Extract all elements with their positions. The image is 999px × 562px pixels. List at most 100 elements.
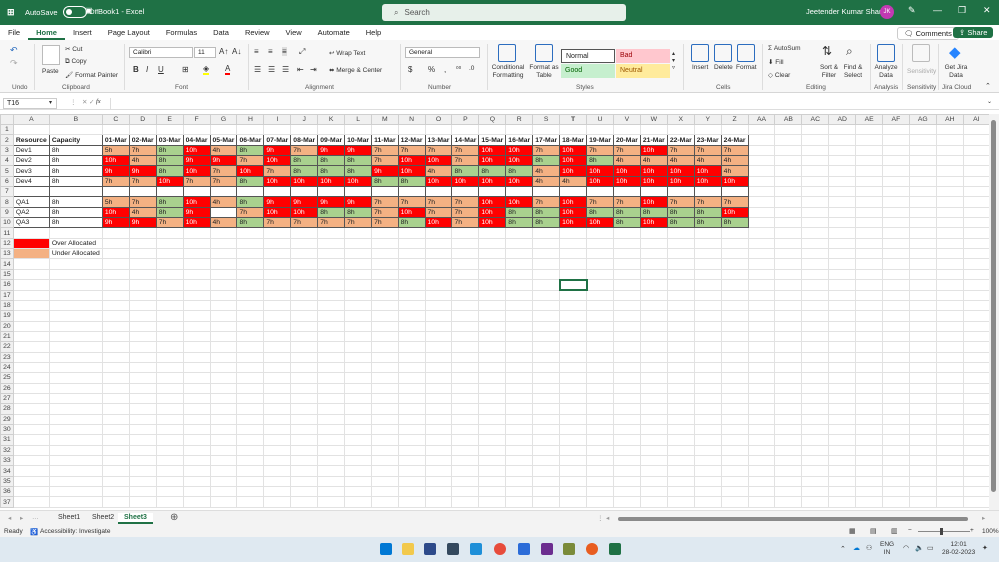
cell[interactable] [155, 320, 184, 332]
cell[interactable] [693, 413, 722, 425]
cell[interactable]: 10h [478, 175, 507, 188]
cell[interactable] [101, 227, 130, 239]
cell[interactable] [236, 268, 265, 281]
cell[interactable]: 8h [586, 155, 614, 167]
cell[interactable]: 4h [720, 155, 749, 167]
cell[interactable]: 10h [451, 175, 480, 188]
decrease-decimal-icon[interactable]: .0 [469, 65, 474, 72]
cell[interactable] [586, 248, 614, 260]
cell[interactable] [48, 413, 103, 425]
cell[interactable] [666, 237, 695, 250]
cell[interactable]: 08-Mar [290, 134, 319, 146]
cell[interactable] [801, 382, 830, 394]
cell[interactable] [612, 361, 641, 374]
cell[interactable] [182, 382, 211, 394]
cell[interactable] [801, 268, 830, 281]
cell[interactable] [828, 123, 857, 136]
cell[interactable]: 10h [720, 175, 749, 188]
cell[interactable] [48, 496, 103, 508]
cell[interactable] [801, 486, 830, 498]
cell[interactable] [505, 403, 534, 415]
cell[interactable] [666, 486, 695, 498]
insert-cells-button[interactable]: Insert [692, 64, 708, 71]
cell[interactable]: 10h [720, 206, 749, 219]
cell[interactable] [774, 310, 803, 322]
cell[interactable]: 8h [317, 155, 346, 167]
cell[interactable] [128, 454, 157, 467]
cell[interactable] [908, 248, 937, 260]
cell[interactable] [639, 403, 668, 415]
cell[interactable] [720, 496, 749, 508]
cell[interactable] [586, 444, 614, 457]
cell[interactable]: 10h [505, 144, 534, 157]
cell[interactable] [317, 475, 346, 488]
cell[interactable] [128, 465, 157, 477]
cell[interactable] [182, 423, 211, 436]
cell[interactable] [128, 299, 157, 312]
cell[interactable] [720, 320, 749, 332]
copy-button[interactable]: ⧉ Copy [65, 58, 87, 66]
row-header[interactable]: 9 [0, 206, 14, 219]
cell[interactable] [48, 403, 103, 415]
percent-button[interactable]: % [428, 65, 435, 74]
column-header[interactable]: AC [801, 114, 830, 125]
cell[interactable] [639, 434, 668, 446]
cell[interactable] [774, 423, 803, 436]
cell[interactable] [505, 423, 534, 436]
cell[interactable] [209, 320, 238, 332]
cell[interactable]: 10h [182, 196, 211, 208]
tab-page-layout[interactable]: Page Layout [100, 25, 158, 40]
file-explorer-icon[interactable] [402, 543, 414, 555]
cell[interactable] [855, 258, 884, 270]
notification-icon[interactable]: ✦ [982, 544, 988, 552]
row-header[interactable]: 5 [0, 165, 14, 177]
cell[interactable] [505, 372, 534, 384]
cell[interactable]: 10h [478, 206, 507, 219]
column-header[interactable]: J [290, 114, 319, 125]
cell[interactable] [801, 341, 830, 353]
cell[interactable] [317, 289, 346, 301]
cell[interactable]: 10h [101, 206, 130, 219]
cell[interactable]: 10h [639, 165, 668, 177]
cell[interactable]: 7h [451, 144, 480, 157]
cell[interactable] [451, 361, 480, 374]
cell[interactable] [290, 299, 319, 312]
cell[interactable] [935, 454, 964, 467]
cell[interactable] [263, 248, 292, 260]
cell[interactable] [155, 361, 184, 374]
cell[interactable] [209, 289, 238, 301]
cell[interactable] [182, 248, 211, 260]
cell[interactable] [801, 123, 830, 136]
cell[interactable]: 4h [209, 196, 238, 208]
cell[interactable] [935, 217, 964, 229]
cell[interactable] [882, 330, 910, 343]
cell[interactable] [962, 217, 990, 229]
cell[interactable] [612, 465, 641, 477]
row-header[interactable]: 24 [0, 361, 14, 374]
cell[interactable] [263, 289, 292, 301]
cell[interactable] [12, 372, 50, 384]
cell[interactable] [128, 279, 157, 291]
cell[interactable] [882, 123, 910, 136]
cell[interactable]: 7h [451, 196, 480, 208]
tab-split-icon[interactable]: ⋮ [597, 514, 604, 522]
cell[interactable] [935, 392, 964, 405]
cell[interactable] [263, 237, 292, 250]
cell[interactable] [263, 351, 292, 363]
cell[interactable]: 7h [532, 196, 561, 208]
cell[interactable]: Dev4 [12, 175, 50, 188]
cell[interactable] [424, 320, 453, 332]
cell[interactable]: 9h [209, 155, 238, 167]
cell[interactable] [693, 486, 722, 498]
cell[interactable] [532, 444, 561, 457]
cell[interactable] [371, 496, 399, 508]
row-header[interactable]: 12 [0, 237, 14, 250]
cell[interactable] [101, 413, 130, 425]
cell[interactable] [962, 134, 990, 146]
cell[interactable] [12, 310, 50, 322]
cell[interactable] [263, 258, 292, 270]
cell[interactable] [612, 299, 641, 312]
cell[interactable] [666, 227, 695, 239]
cell[interactable] [828, 227, 857, 239]
cell[interactable] [397, 289, 426, 301]
